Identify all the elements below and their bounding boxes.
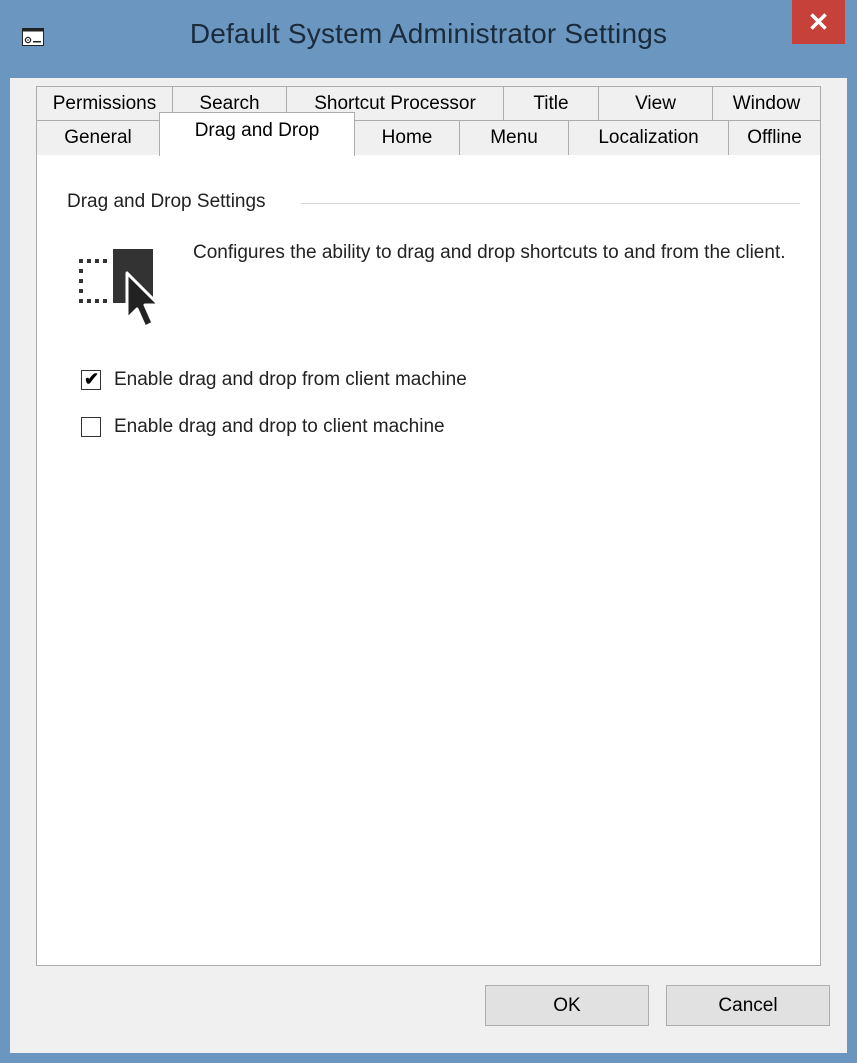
tab-localization[interactable]: Localization [568,120,729,155]
tab-offline[interactable]: Offline [728,120,821,155]
close-button[interactable]: ✕ [792,0,845,44]
dialog-window: Default System Administrator Settings ✕ … [0,0,857,1063]
drag-from-client-label[interactable]: Enable drag and drop from client machine [114,369,467,391]
tab-home[interactable]: Home [354,120,460,155]
window-title: Default System Administrator Settings [189,18,668,49]
drag-to-client-checkbox[interactable] [81,417,101,437]
panel-description: Configures the ability to drag and drop … [193,242,786,263]
close-icon: ✕ [807,6,830,37]
tab-general[interactable]: General [36,120,160,155]
group-divider [301,203,800,204]
tab-view[interactable]: View [598,86,713,121]
tab-row-front: General Drag and Drop Home Menu Localiza… [10,112,847,156]
drag-to-client-label[interactable]: Enable drag and drop to client machine [114,416,445,438]
ok-button[interactable]: OK [485,985,649,1026]
tab-window[interactable]: Window [712,86,821,121]
cancel-button[interactable]: Cancel [666,985,830,1026]
title-bar[interactable]: Default System Administrator Settings ✕ [0,0,857,76]
group-title: Drag and Drop Settings [67,191,276,213]
option-drag-to-client[interactable]: Enable drag and drop to client machine [81,416,445,438]
drag-drop-icon [79,249,161,329]
checkmark-icon: ✔ [84,369,100,389]
tab-panel-drag-and-drop: Drag and Drop Settings Configures the ab… [36,154,821,966]
tab-title[interactable]: Title [503,86,599,121]
dialog-client-area: Permissions Search Shortcut Processor Ti… [10,78,847,1053]
drag-from-client-checkbox[interactable]: ✔ [81,369,101,390]
tab-permissions[interactable]: Permissions [36,86,173,121]
tab-row-back: Permissions Search Shortcut Processor Ti… [10,86,847,122]
tab-menu[interactable]: Menu [459,120,569,155]
tab-drag-and-drop[interactable]: Drag and Drop [159,112,355,156]
option-drag-from-client[interactable]: ✔ Enable drag and drop from client machi… [81,369,467,391]
